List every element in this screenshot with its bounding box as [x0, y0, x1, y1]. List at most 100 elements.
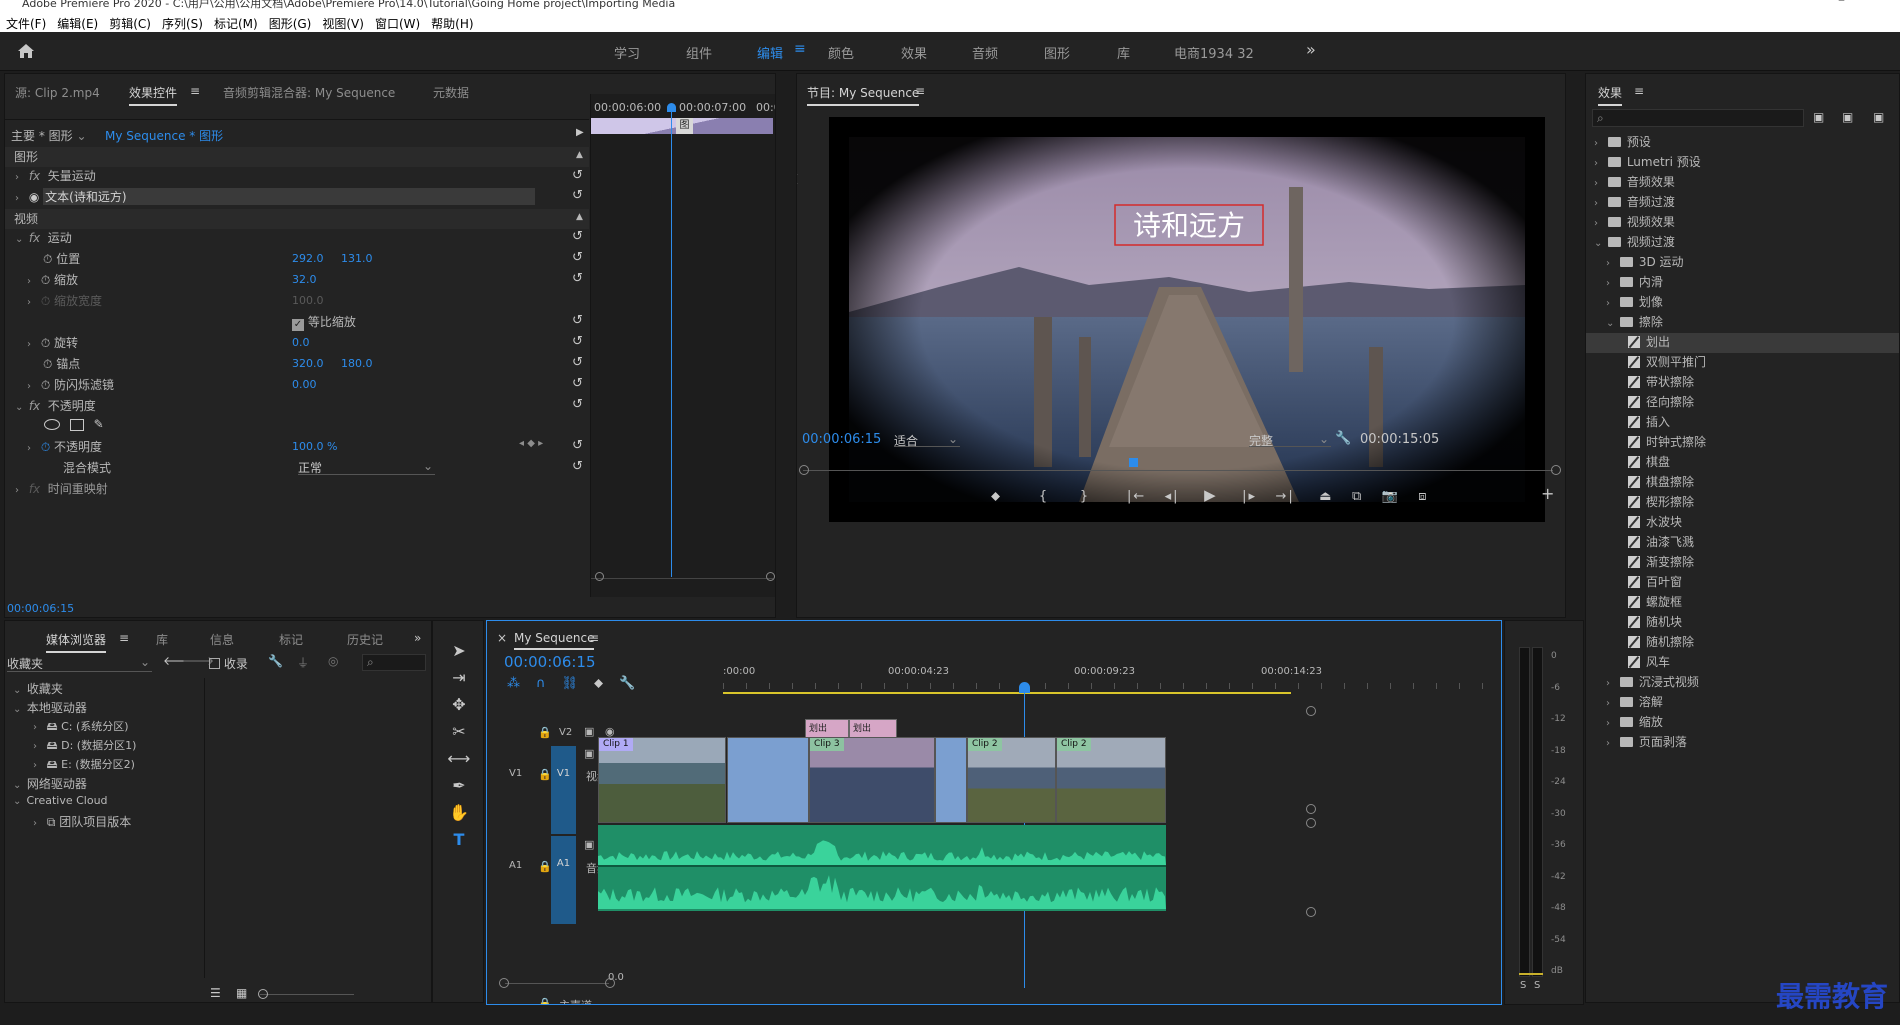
effects-tree-item[interactable]: 时钟式擦除 — [1586, 433, 1899, 453]
effects-tree-item[interactable]: 百叶窗 — [1586, 573, 1899, 593]
solo-left[interactable]: S — [1520, 980, 1526, 991]
effects-tree-item[interactable]: 油漆飞溅 — [1586, 533, 1899, 553]
effects-tree-item[interactable]: › 音频效果 — [1586, 173, 1899, 193]
sync-lock-icon[interactable]: ▣ — [584, 747, 594, 760]
transition-block[interactable] — [727, 737, 809, 823]
menu-item[interactable]: 剪辑(C) — [109, 15, 151, 32]
home-icon[interactable] — [17, 43, 35, 59]
tab-audio-mixer[interactable]: 音频剪辑混合器: My Sequence — [223, 84, 395, 101]
workspace-tab[interactable]: 电商1934 32 — [1174, 43, 1254, 62]
panel-menu-icon[interactable]: ≡ — [190, 84, 200, 98]
effects-title[interactable]: 效果 — [1598, 84, 1623, 106]
add-marker-icon[interactable]: ⬥ — [594, 676, 619, 691]
transition-block[interactable] — [935, 737, 967, 823]
minimize-button[interactable]: – — [1838, 0, 1845, 7]
zoom-handle[interactable] — [595, 572, 604, 581]
reset-icon[interactable]: ↺ — [572, 250, 589, 265]
track-v1-target[interactable]: V1 — [551, 746, 576, 834]
step-forward-icon[interactable]: |▸ — [1242, 489, 1257, 504]
reset-icon[interactable]: ↺ — [572, 168, 589, 183]
effects-tree-item[interactable]: › Lumetri 预设 — [1586, 153, 1899, 173]
reset-icon[interactable]: ↺ — [572, 188, 589, 203]
drive-e[interactable]: › 🖴 E: (数据分区2) — [33, 756, 232, 776]
effects-tree-item[interactable]: › 缩放 — [1586, 713, 1899, 733]
panel-menu-icon[interactable]: ≡ — [589, 631, 599, 645]
timeline-ruler[interactable]: :00:00 00:00:04:23 00:00:09:23 00:00:14:… — [723, 661, 1501, 703]
effects-tree-item[interactable]: ⌄ 视频过渡 — [1586, 233, 1899, 253]
expand-arrow-icon[interactable]: ▶ — [576, 127, 584, 138]
effects-tree-item[interactable]: 双侧平推门 — [1586, 353, 1899, 373]
position-x-value[interactable]: 292.0 — [292, 252, 324, 265]
effects-tree-item[interactable]: 随机擦除 — [1586, 633, 1899, 653]
go-to-in-icon[interactable]: |← — [1127, 489, 1146, 504]
menu-item[interactable]: 窗口(W) — [375, 15, 420, 32]
scale-value[interactable]: 32.0 — [292, 273, 317, 286]
effects-search-input[interactable]: ⌕ — [1592, 109, 1804, 127]
anchor-y-value[interactable]: 180.0 — [341, 357, 373, 370]
zoom-handle[interactable] — [1306, 706, 1316, 716]
effects-tree-item[interactable]: 棋盘 — [1586, 453, 1899, 473]
tab-library[interactable]: 库 — [156, 631, 168, 648]
menu-item[interactable]: 图形(G) — [269, 15, 312, 32]
workspace-tab[interactable]: 效果 — [901, 43, 927, 62]
effects-tree-item[interactable]: › 内滑 — [1586, 273, 1899, 293]
workspace-tab[interactable]: 编辑 — [757, 43, 783, 62]
export-frame-icon[interactable]: 📷 — [1382, 489, 1400, 504]
tab-source[interactable]: 源: Clip 2.mp4 — [15, 84, 100, 101]
collapse-icon[interactable]: ▲ — [576, 212, 583, 222]
effects-tree-item[interactable]: › 3D 运动 — [1586, 253, 1899, 273]
creative-cloud-node[interactable]: ⌄ Creative Cloud — [13, 794, 212, 814]
lock-icon[interactable]: 🔒 — [538, 997, 552, 1004]
effects-tree-item[interactable]: › 音频过渡 — [1586, 193, 1899, 213]
icon-view-icon[interactable]: ▦ — [236, 986, 247, 1000]
nest-icon[interactable]: ⁂ — [507, 676, 536, 691]
mark-in-icon[interactable]: { — [1039, 489, 1049, 504]
reset-icon[interactable]: ↺ — [572, 438, 589, 453]
ingest-checkbox[interactable]: 收录 — [209, 655, 248, 672]
compare-icon[interactable]: ⧈ — [1418, 489, 1428, 504]
menu-item[interactable]: 帮助(H) — [431, 15, 473, 32]
play-icon[interactable]: ▶ — [1204, 486, 1218, 504]
add-button-icon[interactable]: + — [1541, 484, 1554, 503]
zoom-handle[interactable] — [766, 572, 775, 581]
master-clip-selector[interactable]: 主要 * 图形 ⌄ — [11, 127, 87, 147]
close-icon[interactable]: × — [497, 631, 507, 645]
workspace-tab[interactable]: 颜色 — [828, 43, 854, 62]
video-clip-3[interactable]: Clip 3 — [809, 737, 935, 823]
fit-select[interactable]: 适合 ⌄ — [894, 432, 960, 448]
effects-tree-item[interactable]: 渐变擦除 — [1586, 553, 1899, 573]
tabs-overflow-icon[interactable]: » — [414, 631, 421, 645]
rotation-value[interactable]: 0.0 — [292, 336, 310, 349]
sync-lock-icon[interactable]: ▣ — [584, 838, 594, 851]
effects-tree-item[interactable]: 水波块 — [1586, 513, 1899, 533]
reset-icon[interactable]: ↺ — [572, 271, 589, 286]
slip-tool-icon[interactable]: ⟷ — [433, 749, 483, 768]
drive-c[interactable]: › 🖴 C: (系统分区) — [33, 718, 232, 738]
drive-d[interactable]: › 🖴 D: (数据分区1) — [33, 737, 232, 757]
type-tool-icon[interactable]: T — [433, 830, 483, 849]
track-v2-label[interactable]: V2 — [559, 727, 572, 738]
effects-tree-item[interactable]: › 视频效果 — [1586, 213, 1899, 233]
program-video-frame[interactable]: 诗和远方 — [829, 117, 1545, 522]
tab-effect-controls[interactable]: 效果控件 — [129, 84, 178, 106]
network-drives-node[interactable]: ⌄ 网络驱动器 — [13, 775, 212, 795]
text-layer-row[interactable]: › ◉ 文本(诗和远方) — [5, 188, 536, 208]
effects-tree-item[interactable]: 风车 — [1586, 653, 1899, 673]
view-icon[interactable]: ◎ — [328, 654, 338, 668]
reset-icon[interactable]: ↺ — [572, 397, 589, 412]
rectangle-mask-icon[interactable] — [69, 418, 84, 431]
lock-icon[interactable]: 🔒 — [538, 726, 552, 739]
time-remap-row[interactable]: › fx 时间重映射 — [5, 480, 108, 500]
workspace-tab[interactable]: 学习 — [614, 43, 640, 62]
quality-select[interactable]: 完整 ⌄ — [1249, 432, 1331, 448]
workspace-menu-icon[interactable]: ≡ — [794, 41, 806, 57]
zoom-handle[interactable] — [605, 978, 615, 988]
audio-clip-waveform[interactable] — [598, 825, 1166, 911]
video-clip-2b[interactable]: Clip 2 — [1056, 737, 1166, 823]
sequence-clip-label[interactable]: My Sequence * 图形 — [105, 127, 223, 147]
thumbnail-size-slider[interactable] — [260, 994, 354, 995]
hand-tool-icon[interactable]: ✋ — [433, 803, 483, 822]
tab-history[interactable]: 历史记 — [347, 631, 383, 648]
program-title[interactable]: 节目: My Sequence — [807, 84, 920, 106]
workspace-tab[interactable]: 图形 — [1044, 43, 1070, 62]
